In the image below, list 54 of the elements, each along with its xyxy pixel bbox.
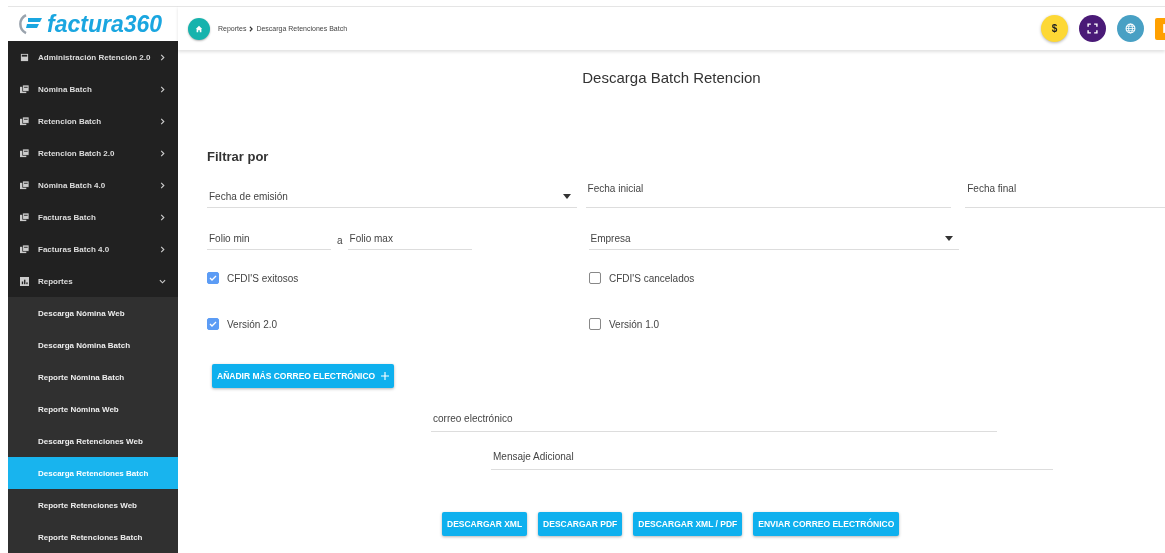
sidebar-subitem[interactable]: Reporte Retenciones Web	[8, 489, 178, 521]
email-field[interactable]: correo electrónico	[431, 406, 997, 432]
fullscreen-button[interactable]	[1079, 15, 1106, 42]
chevron-right-icon	[159, 53, 166, 61]
sidebar-subitem[interactable]: Reporte Nómina Web	[8, 393, 178, 425]
globe-icon	[1125, 23, 1136, 34]
end-date-field[interactable]: Fecha final	[965, 178, 1165, 208]
folio-max-field[interactable]: Folio max	[347, 228, 472, 250]
documents-icon	[20, 212, 29, 222]
documents-icon	[20, 84, 29, 94]
sidebar-subitem[interactable]: Reporte Retenciones Batch	[8, 521, 178, 553]
checkbox-option[interactable]: CFDI'S exitosos	[207, 272, 589, 284]
range-separator: a	[337, 235, 343, 246]
message-field[interactable]: Mensaje Adicional	[491, 444, 1053, 470]
balance-button[interactable]: $	[1041, 15, 1068, 42]
documents-icon	[20, 244, 29, 254]
home-icon	[195, 24, 203, 33]
checkbox[interactable]	[207, 318, 219, 330]
page-title: Descarga Batch Retencion	[581, 69, 762, 86]
documents-icon	[20, 180, 29, 190]
folio-min-field[interactable]: Folio min	[207, 228, 331, 250]
documents-icon	[20, 116, 29, 126]
fullscreen-icon	[1087, 23, 1098, 34]
checkbox-option[interactable]: Versión 2.0	[207, 318, 589, 330]
sidebar-subitem[interactable]: Descarga Nómina Web	[8, 297, 178, 329]
logo-text: factura360	[47, 10, 163, 38]
checkbox[interactable]	[589, 272, 601, 284]
chevron-right-icon	[159, 213, 166, 221]
sidebar-subitem[interactable]: Descarga Retenciones Web	[8, 425, 178, 457]
chevron-down-icon	[159, 277, 166, 285]
language-button[interactable]	[1117, 15, 1144, 42]
sidebar-subitem[interactable]: Reporte Nómina Batch	[8, 361, 178, 393]
start-date-field[interactable]: Fecha inicial	[585, 178, 952, 208]
chevron-right-icon	[159, 149, 166, 157]
checkbox[interactable]	[207, 272, 219, 284]
date-type-select[interactable]: Fecha de emisión	[207, 186, 577, 208]
chevron-right-icon	[159, 245, 166, 253]
dropdown-arrow-icon	[944, 236, 953, 241]
calculator-icon	[20, 52, 29, 62]
sidebar-subitem[interactable]: Descarga Nómina Batch	[8, 329, 178, 361]
checkbox-option[interactable]: Versión 1.0	[589, 318, 889, 330]
chevron-right-icon	[159, 181, 166, 189]
chevron-right-icon	[159, 85, 166, 93]
chevron-right-icon	[159, 117, 166, 125]
chevron-right-icon	[248, 25, 255, 32]
checkbox-option[interactable]: CFDI'S cancelados	[589, 272, 889, 284]
home-button[interactable]	[188, 17, 210, 40]
checkbox[interactable]	[589, 318, 601, 330]
documents-icon	[20, 148, 29, 158]
dropdown-arrow-icon	[562, 194, 571, 199]
chart-icon	[20, 276, 29, 286]
company-select[interactable]: Empresa	[588, 228, 959, 250]
section-heading: Filtrar por	[207, 149, 270, 164]
plus-icon	[381, 372, 390, 380]
